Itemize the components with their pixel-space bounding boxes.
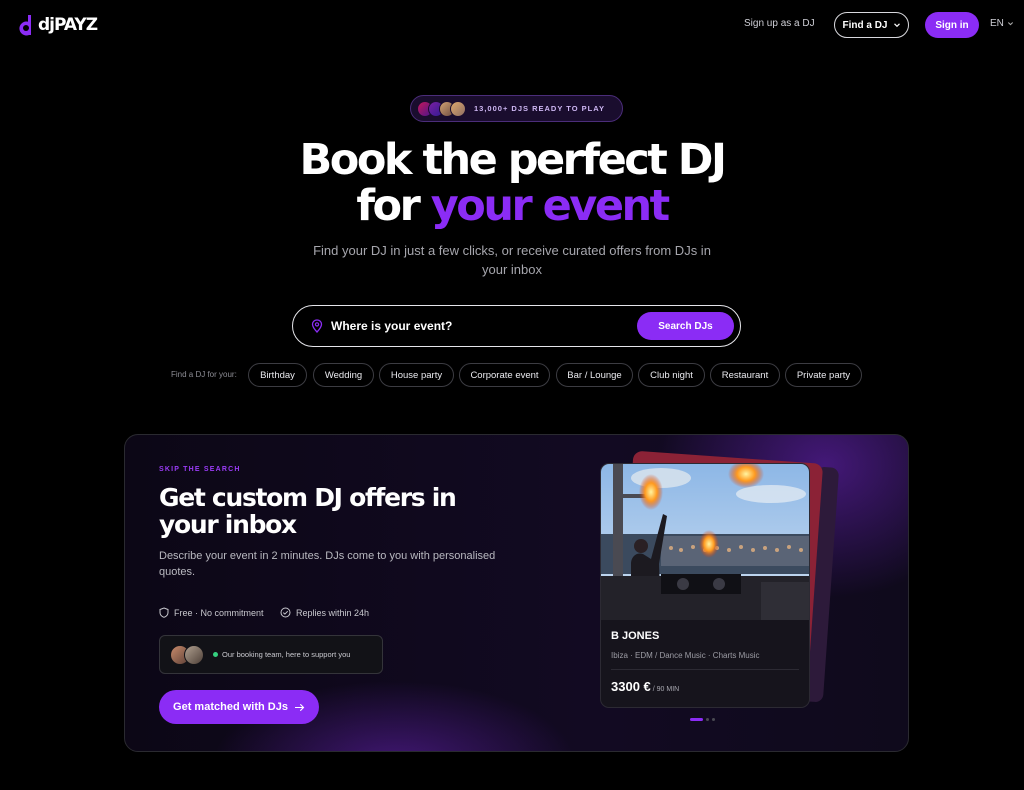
chip-bar-lounge[interactable]: Bar / Lounge [556, 363, 633, 387]
chip-club-night[interactable]: Club night [638, 363, 705, 387]
categories-label: Find a DJ for your: [171, 370, 237, 379]
dj-price-unit: / 90 MIN [652, 686, 680, 693]
location-pin-icon [311, 319, 323, 333]
chip-private-party[interactable]: Private party [785, 363, 862, 387]
check-circle-icon [280, 607, 291, 618]
carousel-dot[interactable] [712, 718, 715, 721]
feature-free: Free · No commitment [159, 607, 264, 618]
event-location-search[interactable]: Where is your event? Search DJs [292, 305, 741, 347]
online-status-dot [213, 652, 218, 657]
dj-profile-card[interactable]: B JONES Ibiza · EDM / Dance Music · Char… [600, 463, 810, 708]
find-dj-dropdown[interactable]: Find a DJ [834, 12, 909, 38]
feature-replies: Replies within 24h [280, 607, 369, 618]
carousel-dots [690, 718, 715, 721]
dj-genres: Ibiza · EDM / Dance Music · Charts Music [611, 651, 760, 660]
arrow-right-icon [294, 703, 305, 711]
carousel-dot[interactable] [690, 718, 703, 721]
badge-text: 13,000+ DJS READY TO PLAY [474, 104, 605, 113]
djs-count-badge: 13,000+ DJS READY TO PLAY [410, 95, 623, 122]
dj-photo [601, 464, 809, 620]
search-djs-button[interactable]: Search DJs [637, 312, 734, 340]
logo-mark-icon [17, 13, 35, 37]
dj-name: B JONES [611, 630, 660, 642]
avatar-group [417, 100, 466, 117]
chip-house-party[interactable]: House party [379, 363, 454, 387]
dj-price: 3300 €/ 90 MIN [611, 679, 679, 694]
chevron-down-icon [1007, 22, 1013, 26]
chip-wedding[interactable]: Wedding [313, 363, 374, 387]
logo[interactable]: djPAYZ [17, 13, 98, 37]
carousel-dot[interactable] [706, 718, 709, 721]
support-box: Our booking team, here to support you [159, 635, 383, 674]
offers-eyebrow: SKIP THE SEARCH [159, 466, 241, 473]
hero-title-accent: your event [430, 181, 670, 231]
feature-replies-label: Replies within 24h [296, 607, 370, 618]
hero-title-line2: for your event [0, 183, 1024, 229]
language-label: EN [990, 18, 1004, 29]
avatar [450, 100, 466, 117]
hero-subtitle: Find your DJ in just a few clicks, or re… [313, 243, 711, 277]
shield-icon [159, 607, 169, 618]
offers-description: Describe your event in 2 minutes. DJs co… [159, 550, 496, 578]
search-input[interactable]: Where is your event? [331, 319, 452, 333]
dj-price-value: 3300 € [611, 679, 651, 694]
chip-restaurant[interactable]: Restaurant [710, 363, 780, 387]
hero-title-plain: for [356, 181, 420, 231]
logo-text: djPAYZ [38, 15, 98, 35]
offers-title: Get custom DJ offers in your inbox [159, 483, 457, 539]
support-text: Our booking team, here to support you [222, 650, 351, 659]
divider [611, 669, 799, 670]
sign-in-button[interactable]: Sign in [925, 12, 979, 38]
custom-offers-card: SKIP THE SEARCH Get custom DJ offers in … [124, 434, 909, 752]
feature-free-label: Free · No commitment [174, 607, 264, 618]
get-matched-button[interactable]: Get matched with DJs [159, 690, 319, 724]
find-dj-label: Find a DJ [842, 19, 888, 31]
chevron-down-icon [893, 23, 900, 28]
get-matched-label: Get matched with DJs [173, 701, 288, 713]
hero-title-line1: Book the perfect DJ [299, 135, 727, 185]
signup-as-dj-link[interactable]: Sign up as a DJ [744, 18, 815, 29]
avatar [184, 644, 204, 665]
chip-birthday[interactable]: Birthday [248, 363, 307, 387]
chip-corporate-event[interactable]: Corporate event [459, 363, 550, 387]
language-selector[interactable]: EN [990, 18, 1014, 29]
